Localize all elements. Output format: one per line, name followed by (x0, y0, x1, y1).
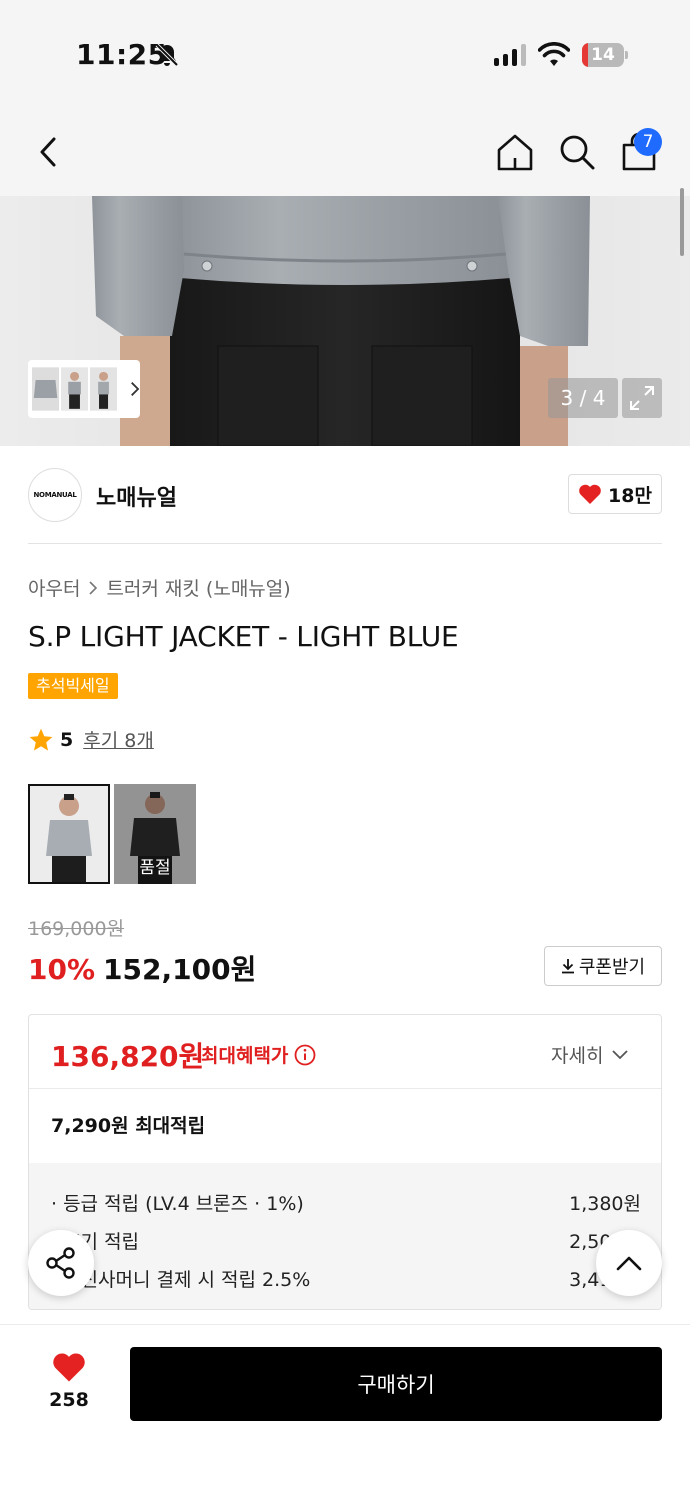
rating-row[interactable]: 5 후기 8개 (28, 726, 154, 753)
soldout-label: 품절 (139, 858, 171, 878)
benefit-box: 136,820원 최대혜택가 자세히 7,290원 최대적립 · 등급 적립 (… (28, 1014, 662, 1310)
cellular-signal-icon (494, 44, 526, 66)
detail-toggle[interactable]: 자세히 (551, 1041, 629, 1068)
wishlist-button[interactable]: 258 (40, 1351, 98, 1411)
download-icon (561, 959, 574, 974)
brand-like-count: 18만 (608, 484, 652, 507)
brand-like-button[interactable]: 18만 (568, 474, 662, 514)
info-icon[interactable] (294, 1044, 316, 1066)
share-button[interactable] (28, 1230, 94, 1296)
detail-label: 자세히 (551, 1045, 604, 1067)
point-label: · 등급 적립 (LV.4 브론즈 · 1%) (51, 1192, 304, 1215)
coupon-label: 쿠폰받기 (578, 957, 646, 978)
chevron-right-icon (89, 580, 98, 595)
battery-icon: 14 (582, 43, 628, 67)
product-title: S.P LIGHT JACKET - LIGHT BLUE (28, 620, 459, 653)
rating-score: 5 (60, 728, 74, 751)
share-icon (46, 1247, 75, 1279)
image-pager: 3 / 4 (548, 378, 618, 418)
discount-rate: 10% (28, 953, 96, 986)
points-list: · 등급 적립 (LV.4 브론즈 · 1%) 1,380원 · 후기 적립 2… (29, 1163, 661, 1309)
max-benefit-text: 최대혜택가 (201, 1045, 289, 1067)
search-icon[interactable] (558, 132, 596, 172)
chevron-right-icon (131, 382, 140, 396)
star-icon (29, 728, 53, 751)
home-icon[interactable] (496, 132, 534, 172)
max-benefit-price: 136,820원 (51, 1040, 205, 1073)
review-link[interactable]: 후기 8개 (83, 726, 154, 753)
battery-level: 14 (591, 45, 615, 65)
buy-button[interactable]: 구매하기 (130, 1347, 662, 1421)
sale-badge: 추석빅세일 (28, 673, 118, 699)
wifi-icon (538, 42, 570, 66)
max-benefit-label[interactable]: 최대혜택가 (201, 1041, 316, 1068)
image-thumbnails[interactable] (28, 360, 140, 418)
scroll-top-button[interactable] (596, 1230, 662, 1296)
max-points-title: 7,290원 최대적립 (51, 1115, 206, 1137)
breadcrumb-subcategory[interactable]: 트러커 재킷 (노매뉴얼) (106, 574, 290, 601)
divider (28, 543, 662, 544)
brand-logo: NOMANUAL (28, 468, 82, 522)
variant-light-blue-image (30, 786, 108, 882)
chevron-up-icon (616, 1256, 642, 1271)
thumbnail-jacket-side (90, 367, 118, 411)
breadcrumb-category[interactable]: 아우터 (28, 574, 80, 601)
brand-row[interactable]: NOMANUAL 노매뉴얼 18만 (0, 446, 690, 544)
bottom-action-bar: 258 구매하기 (0, 1324, 690, 1500)
point-row-grade: · 등급 적립 (LV.4 브론즈 · 1%) 1,380원 (51, 1183, 641, 1221)
scroll-indicator (680, 188, 684, 256)
thumbnail-jacket-flat (32, 367, 60, 411)
variant-light-blue[interactable] (28, 784, 110, 884)
thumbnail-jacket-worn (61, 367, 89, 411)
coupon-button[interactable]: 쿠폰받기 (544, 946, 662, 986)
wishlist-count: 258 (49, 1389, 89, 1411)
top-nav (0, 110, 690, 196)
bell-off-icon (155, 43, 179, 67)
expand-icon[interactable] (622, 378, 662, 418)
chevron-down-icon (612, 1049, 629, 1059)
heart-icon (53, 1353, 85, 1382)
point-value: 1,380원 (569, 1192, 641, 1215)
point-row-money: · 무신사머니 결제 시 적립 2.5% 3,410원 (51, 1259, 641, 1297)
sale-price: 152,100원 (103, 953, 257, 986)
breadcrumb: 아우터 트러커 재킷 (노매뉴얼) (28, 574, 291, 601)
point-row-review: · 후기 적립 2,500원 (51, 1221, 641, 1259)
price-row: 10% 152,100원 (28, 948, 256, 988)
brand-name[interactable]: 노매뉴얼 (96, 480, 177, 512)
heart-icon (579, 484, 601, 504)
original-price: 169,000원 (28, 918, 125, 940)
back-icon[interactable] (34, 134, 64, 170)
variant-black[interactable]: 품절 (114, 784, 196, 884)
status-bar: 11:25 14 (0, 0, 690, 110)
cart-count-badge: 7 (634, 128, 662, 156)
